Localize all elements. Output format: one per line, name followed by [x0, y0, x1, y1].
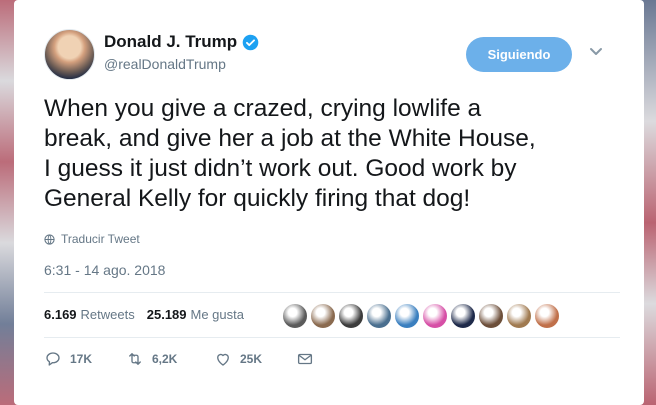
following-button[interactable]: Siguiendo — [466, 37, 572, 72]
chevron-down-icon[interactable] — [589, 47, 603, 57]
divider — [44, 337, 620, 338]
liker-avatar[interactable] — [394, 303, 420, 329]
heart-icon — [217, 353, 229, 366]
avatar[interactable] — [44, 29, 95, 80]
likers-avatars — [282, 303, 562, 329]
tweet-line: break, and give her a job at the White H… — [44, 125, 536, 152]
retweet-count[interactable]: 6.169 — [44, 307, 77, 322]
liker-avatar[interactable] — [310, 303, 336, 329]
tweet-stats: 6.169 Retweets 25.189 Me gusta — [44, 307, 244, 322]
tweet-line: General Kelly for quickly firing that do… — [44, 185, 471, 212]
tweet-line: I guess it just didn’t work out. Good wo… — [44, 155, 517, 182]
liker-avatar[interactable] — [338, 303, 364, 329]
like-count[interactable]: 25.189 — [147, 307, 187, 322]
liker-avatar[interactable] — [478, 303, 504, 329]
globe-icon — [44, 233, 55, 245]
direct-message-button[interactable] — [296, 350, 322, 368]
author-handle[interactable]: @realDonaldTrump — [104, 56, 226, 72]
retweet-action-count: 6,2K — [152, 352, 178, 366]
like-label[interactable]: Me gusta — [191, 307, 244, 322]
translate-label[interactable]: Traducir Tweet — [61, 232, 140, 246]
tweet-card: Donald J. Trump @realDonaldTrump Siguien… — [14, 0, 644, 405]
tweet-text: When you give a crazed, crying lowlife a… — [44, 94, 624, 214]
translate-tweet-link[interactable]: Traducir Tweet — [44, 232, 140, 246]
retweet-icon — [129, 353, 141, 365]
reply-count: 17K — [70, 352, 93, 366]
tweet-line: When you give a crazed, crying lowlife a — [44, 95, 482, 122]
author-name[interactable]: Donald J. Trump — [104, 32, 237, 52]
like-button[interactable]: 25K — [214, 350, 296, 368]
liker-avatar[interactable] — [282, 303, 308, 329]
author-name-row: Donald J. Trump — [104, 32, 259, 52]
retweet-button[interactable]: 6,2K — [126, 350, 214, 368]
reply-button[interactable]: 17K — [44, 350, 126, 368]
liker-avatar[interactable] — [534, 303, 560, 329]
divider — [44, 292, 620, 293]
tweet-actions: 17K 6,2K 25K — [44, 350, 322, 368]
verified-badge-icon — [242, 34, 259, 50]
liker-avatar[interactable] — [422, 303, 448, 329]
reply-icon — [46, 352, 60, 366]
retweet-label[interactable]: Retweets — [81, 307, 135, 322]
liker-avatar[interactable] — [366, 303, 392, 329]
liker-avatar[interactable] — [450, 303, 476, 329]
like-action-count: 25K — [240, 352, 263, 366]
tweet-timestamp[interactable]: 6:31 - 14 ago. 2018 — [44, 262, 165, 278]
liker-avatar[interactable] — [506, 303, 532, 329]
envelope-icon — [297, 353, 313, 365]
